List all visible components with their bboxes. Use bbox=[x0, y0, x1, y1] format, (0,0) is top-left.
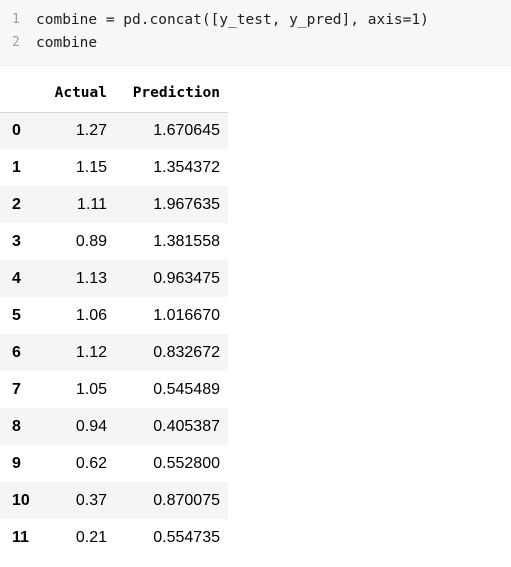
table-header-row: Actual Prediction bbox=[0, 75, 228, 113]
row-index: 8 bbox=[12, 417, 21, 435]
prediction-cell: 0.552800 bbox=[153, 454, 220, 472]
table-row: 11 0.21 0.554735 bbox=[0, 519, 228, 556]
row-index: 7 bbox=[12, 380, 21, 398]
code-line: 1 combine = pd.concat([y_test, y_pred], … bbox=[0, 8, 511, 31]
actual-cell: 1.06 bbox=[75, 306, 107, 324]
actual-cell: 0.62 bbox=[75, 454, 107, 472]
actual-cell: 1.13 bbox=[75, 269, 107, 287]
prediction-cell: 1.670645 bbox=[153, 121, 220, 139]
line-number: 2 bbox=[12, 35, 20, 50]
row-index: 3 bbox=[12, 232, 21, 250]
row-index: 10 bbox=[12, 491, 30, 509]
row-index: 9 bbox=[12, 454, 21, 472]
table-row: 8 0.94 0.405387 bbox=[0, 408, 228, 445]
prediction-cell: 0.963475 bbox=[153, 269, 220, 287]
column-header-prediction: Prediction bbox=[108, 75, 228, 113]
prediction-cell: 1.967635 bbox=[153, 195, 220, 213]
output-area: Actual Prediction 0 1.27 1.670645 1 1.15… bbox=[0, 75, 228, 556]
table-row: 9 0.62 0.552800 bbox=[0, 445, 228, 482]
table-row: 3 0.89 1.381558 bbox=[0, 223, 228, 260]
notebook-page: 1 combine = pd.concat([y_test, y_pred], … bbox=[0, 0, 511, 567]
column-header-actual: Actual bbox=[40, 75, 108, 113]
line-number: 1 bbox=[12, 12, 20, 27]
table-row: 7 1.05 0.545489 bbox=[0, 371, 228, 408]
table-row: 10 0.37 0.870075 bbox=[0, 482, 228, 519]
table-row: 0 1.27 1.670645 bbox=[0, 112, 228, 149]
actual-cell: 0.89 bbox=[75, 232, 107, 250]
code-text: combine = pd.concat([y_test, y_pred], ax… bbox=[36, 11, 429, 28]
prediction-cell: 0.405387 bbox=[153, 417, 220, 435]
prediction-cell: 0.554735 bbox=[153, 528, 220, 546]
code-cell[interactable]: 1 combine = pd.concat([y_test, y_pred], … bbox=[0, 0, 511, 66]
code-line: 2 combine bbox=[0, 31, 511, 54]
actual-cell: 0.37 bbox=[75, 491, 107, 509]
row-index: 6 bbox=[12, 343, 21, 361]
row-index: 2 bbox=[12, 195, 21, 213]
prediction-cell: 1.354372 bbox=[153, 158, 220, 176]
prediction-cell: 0.870075 bbox=[153, 491, 220, 509]
prediction-cell: 1.381558 bbox=[153, 232, 220, 250]
row-index: 4 bbox=[12, 269, 21, 287]
row-index: 5 bbox=[12, 306, 21, 324]
table-row: 2 1.11 1.967635 bbox=[0, 186, 228, 223]
actual-cell: 1.05 bbox=[75, 380, 107, 398]
table-row: 6 1.12 0.832672 bbox=[0, 334, 228, 371]
row-index: 11 bbox=[12, 528, 29, 546]
table-row: 1 1.15 1.354372 bbox=[0, 149, 228, 186]
actual-cell: 1.15 bbox=[75, 158, 107, 176]
dataframe-table: Actual Prediction 0 1.27 1.670645 1 1.15… bbox=[0, 75, 228, 556]
prediction-cell: 1.016670 bbox=[153, 306, 220, 324]
table-row: 4 1.13 0.963475 bbox=[0, 260, 228, 297]
actual-cell: 1.11 bbox=[77, 195, 107, 213]
index-header bbox=[0, 75, 40, 113]
prediction-cell: 0.545489 bbox=[153, 380, 220, 398]
actual-cell: 1.12 bbox=[75, 343, 107, 361]
actual-cell: 0.94 bbox=[75, 417, 107, 435]
row-index: 0 bbox=[12, 121, 21, 139]
table-row: 5 1.06 1.016670 bbox=[0, 297, 228, 334]
code-text: combine bbox=[36, 34, 98, 51]
actual-cell: 1.27 bbox=[75, 121, 107, 139]
actual-cell: 0.21 bbox=[75, 528, 107, 546]
row-index: 1 bbox=[12, 158, 21, 176]
prediction-cell: 0.832672 bbox=[153, 343, 220, 361]
